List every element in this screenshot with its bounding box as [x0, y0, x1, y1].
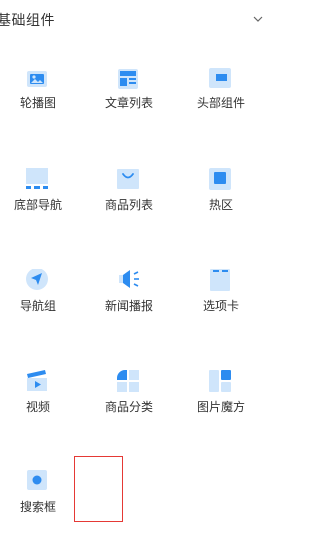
navigation-arrow-icon: [26, 269, 48, 290]
image-cube-icon: [209, 370, 231, 392]
shopping-bag-icon: [117, 169, 139, 189]
component-label: 商品分类: [104, 400, 153, 414]
component-item-hotspot[interactable]: 热区: [181, 168, 261, 258]
component-label: 图片魔方: [196, 400, 245, 414]
component-item-header[interactable]: 头部组件: [181, 66, 261, 156]
drop-target-placeholder[interactable]: [74, 456, 123, 522]
component-label: 新闻播报: [104, 299, 153, 313]
chevron-down-icon[interactable]: [252, 14, 264, 24]
component-label: 轮播图: [19, 96, 56, 110]
component-item-product-category[interactable]: 商品分类: [89, 370, 169, 460]
hotspot-icon: [209, 168, 231, 190]
video-clapper-icon: [27, 370, 47, 391]
component-item-product-list[interactable]: 商品列表: [89, 168, 169, 258]
component-item-carousel[interactable]: 轮播图: [0, 66, 78, 156]
component-label: 头部组件: [196, 96, 245, 110]
panel-header[interactable]: 基础组件: [0, 0, 281, 40]
component-item-video[interactable]: 视频: [0, 370, 78, 460]
component-label: 热区: [208, 198, 233, 212]
component-item-bottom-nav[interactable]: 底部导航: [0, 168, 78, 258]
panel-title: 基础组件: [0, 13, 55, 29]
tab-card-icon: [210, 269, 230, 291]
component-label: 底部导航: [13, 198, 62, 212]
category-grid-icon: [117, 370, 139, 392]
image-carousel-icon: [27, 71, 47, 87]
broadcast-speaker-icon: [119, 270, 139, 288]
component-label: 视频: [25, 400, 50, 414]
component-label: 搜索框: [19, 500, 56, 514]
article-list-icon: [118, 69, 138, 89]
component-item-tabs[interactable]: 选项卡: [181, 269, 261, 359]
bottom-nav-icon: [26, 168, 48, 189]
header-component-icon: [209, 68, 231, 88]
component-item-news-broadcast[interactable]: 新闻播报: [89, 269, 169, 359]
component-label: 选项卡: [202, 299, 239, 313]
component-label: 商品列表: [104, 198, 153, 212]
component-item-nav-group[interactable]: 导航组: [0, 269, 78, 359]
component-label: 文章列表: [104, 96, 153, 110]
component-label: 导航组: [19, 299, 56, 313]
search-box-icon: [27, 470, 47, 490]
component-item-image-cube[interactable]: 图片魔方: [181, 370, 261, 460]
component-item-article-list[interactable]: 文章列表: [89, 66, 169, 156]
